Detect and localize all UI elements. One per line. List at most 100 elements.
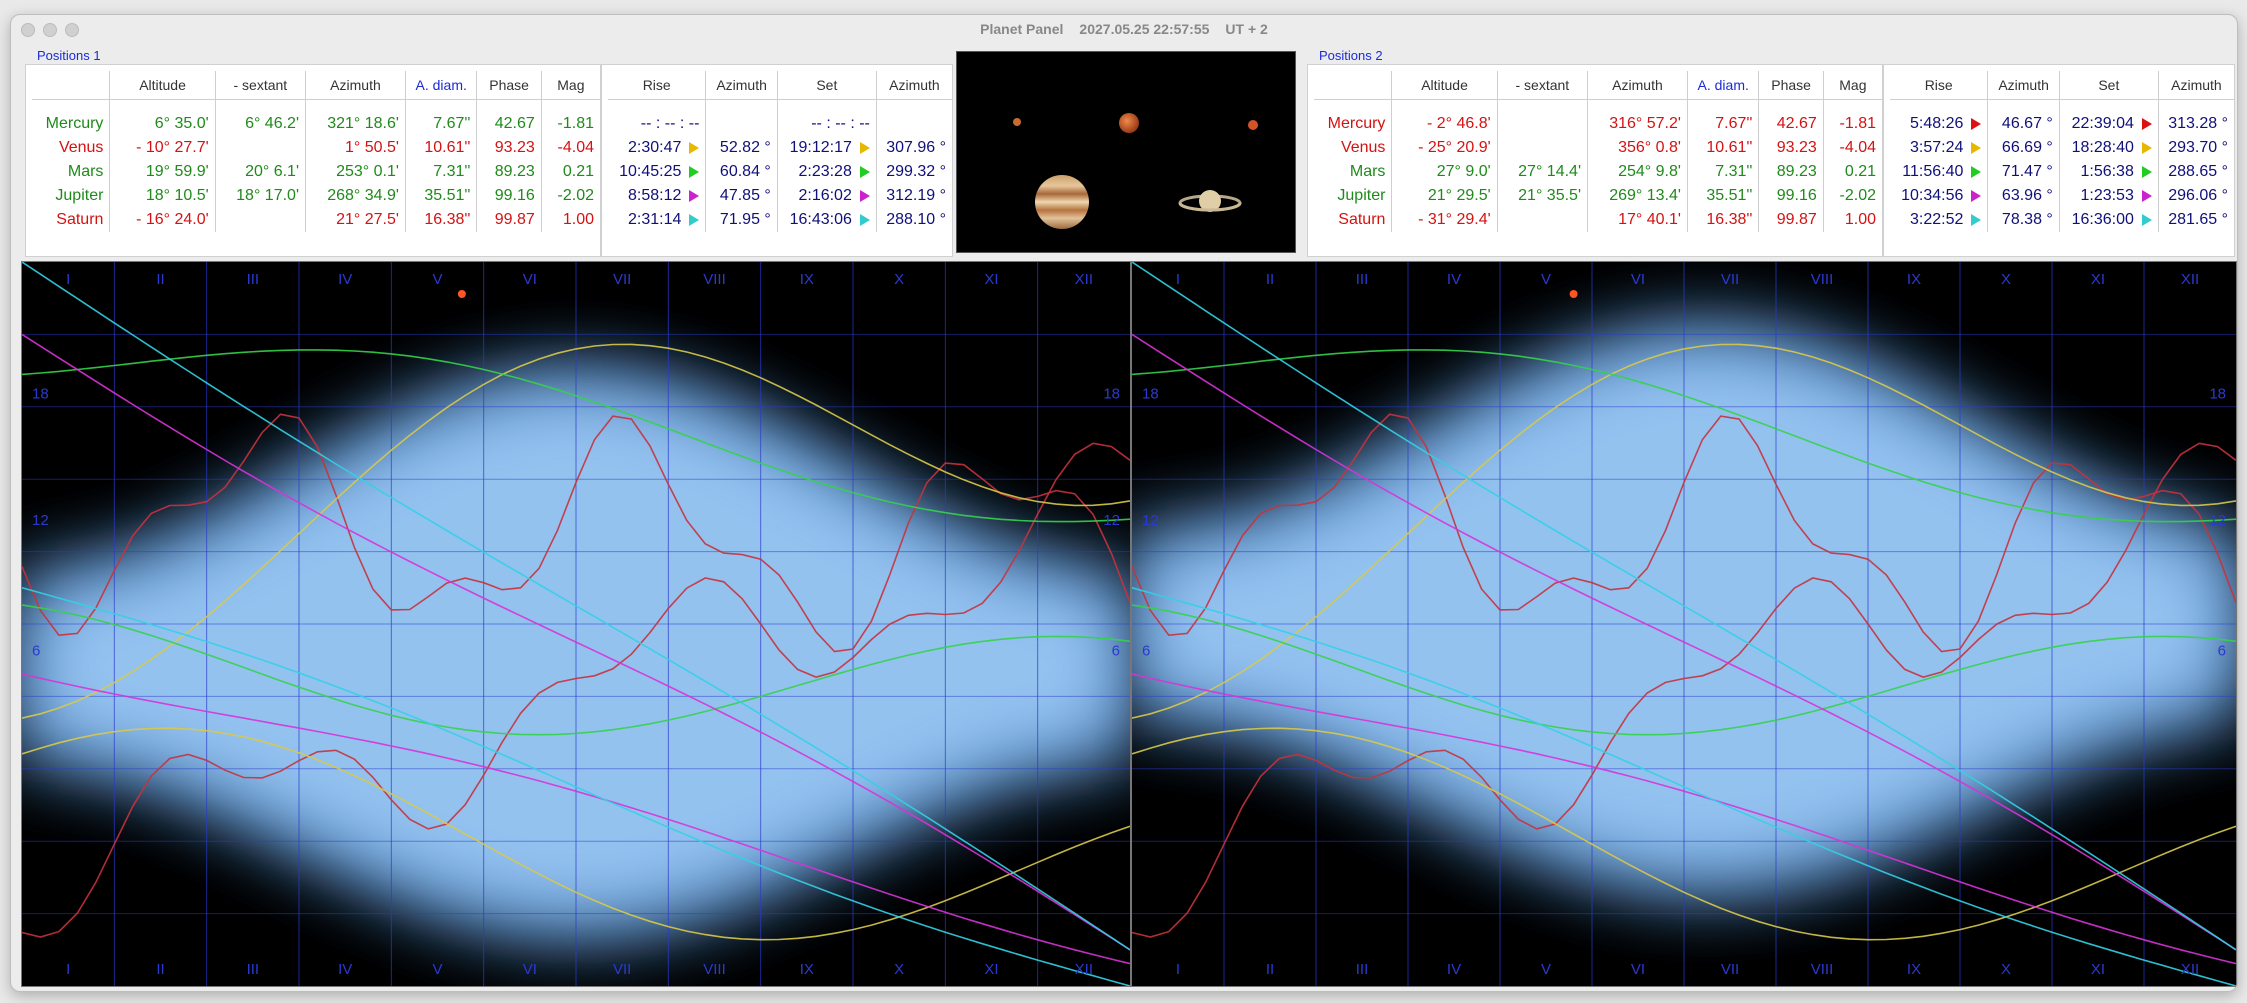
positions2-label: Positions 2 <box>1319 48 1383 63</box>
adiam-cell: 7.31'' <box>404 160 477 184</box>
visibility-chart-2[interactable]: I I II II III III IV IV V V VI VI VII VII VIII VIII IX IX… <box>1131 261 2237 987</box>
rise-set-2-panel: Rise Azimuth Set Azimuth 5:48:26 46.67 ° 22:39… <box>1883 64 2235 257</box>
rise-cell: 3:57:24 <box>1890 136 1988 160</box>
rise-set-1-panel: Rise Azimuth Set Azimuth -- : -- : -- -- : --… <box>601 64 953 257</box>
month-label: V <box>432 961 442 978</box>
month-label: IX <box>800 271 814 288</box>
planet-name: Jupiter <box>55 187 104 204</box>
zoom-window-button[interactable] <box>65 23 79 37</box>
col-header: Azimuth <box>705 71 778 100</box>
rise-cell: 10:45:25 <box>608 160 706 184</box>
mercury-disc <box>1013 118 1021 126</box>
set-cell: 22:39:04 <box>2058 112 2159 136</box>
month-label: XII <box>1075 961 1093 978</box>
month-label: X <box>894 961 904 978</box>
month-label: I <box>1176 961 1180 978</box>
phase-cell: 93.23 <box>1758 136 1824 160</box>
sextant-cell <box>1496 112 1588 136</box>
minimize-window-button[interactable] <box>43 23 57 37</box>
col-header <box>1314 71 1392 100</box>
col-header: Azimuth <box>1587 71 1688 100</box>
phase-cell: 99.87 <box>476 208 542 232</box>
close-window-button[interactable] <box>21 23 35 37</box>
phase-cell: 89.23 <box>476 160 542 184</box>
hour-label: 12 <box>1103 512 1120 529</box>
col-header: - sextant <box>214 71 306 100</box>
col-header: Mag <box>540 71 600 100</box>
rise-cell: 5:48:26 <box>1890 112 1988 136</box>
set-cell: 2:16:02 <box>776 184 877 208</box>
rise-cell: 2:30:47 <box>608 136 706 160</box>
planet-marker-icon <box>859 189 870 202</box>
rise-azimuth-cell: 60.84 ° <box>705 160 778 184</box>
planet-marker-icon <box>2141 165 2152 178</box>
planet-name: Jupiter <box>1337 187 1386 204</box>
azimuth-cell: 1° 50.5' <box>305 136 406 160</box>
col-header: A. diam. <box>1686 71 1759 100</box>
month-label: VI <box>1631 271 1645 288</box>
planet-marker-icon <box>1971 189 1982 202</box>
hour-label: 6 <box>1112 642 1120 659</box>
month-label: VI <box>1631 961 1645 978</box>
planet-panel-window: Planet Panel 2027.05.25 22:57:55 UT + 2 … <box>10 14 2238 992</box>
rise-set-1-table: Rise Azimuth Set Azimuth -- : -- : -- -- : --… <box>608 71 952 232</box>
col-header: Altitude <box>109 71 216 100</box>
col-header: Rise <box>1890 71 1988 100</box>
rise-azimuth-cell: 47.85 ° <box>705 184 778 208</box>
month-label: V <box>1541 961 1551 978</box>
hour-label: 18 <box>32 385 49 402</box>
adiam-cell: 10.61'' <box>404 136 477 160</box>
planets-image <box>956 51 1296 253</box>
month-label: XI <box>984 961 998 978</box>
altitude-cell: - 25° 20.9' <box>1391 136 1498 160</box>
adiam-cell: 7.67'' <box>404 112 477 136</box>
rise-set-row: 2:30:47 52.82 ° 19:12:17 307.96 ° <box>608 136 952 160</box>
col-header: Phase <box>1758 71 1824 100</box>
sun-marker <box>457 290 466 298</box>
hour-label: 12 <box>32 512 49 529</box>
adiam-cell: 35.51'' <box>404 184 477 208</box>
adiam-cell: 7.31'' <box>1686 160 1759 184</box>
rise-azimuth-cell: 63.96 ° <box>1987 184 2060 208</box>
sextant-cell: 18° 17.0' <box>214 184 306 208</box>
planet-row: Saturn - 31° 29.4' 17° 40.1' 16.38'' 99.87 1.… <box>1314 208 1882 232</box>
col-header: Azimuth <box>2157 71 2234 100</box>
mag-cell: -1.81 <box>540 112 600 136</box>
month-label: XII <box>1075 271 1093 288</box>
jupiter-disc <box>1035 175 1089 229</box>
positions1-panel: Altitude - sextant Azimuth A. diam. Phase Mag… <box>25 64 601 257</box>
planet-marker-icon <box>1971 213 1982 226</box>
positions2-table: Altitude - sextant Azimuth A. diam. Phase Mag… <box>1314 71 1882 232</box>
planet-name: Mercury <box>1327 115 1386 132</box>
azimuth-cell: 356° 0.8' <box>1587 136 1688 160</box>
month-label: I <box>66 961 70 978</box>
mag-cell: 0.21 <box>1822 160 1882 184</box>
set-azimuth-cell: 288.65 ° <box>2157 160 2234 184</box>
month-label: XI <box>2091 961 2105 978</box>
adiam-cell: 35.51'' <box>1686 184 1759 208</box>
visibility-chart-1[interactable]: I I II II III III IV IV V V VI VI VII VII VIII VIII IX IX… <box>21 261 1131 987</box>
set-cell: 1:23:53 <box>2058 184 2159 208</box>
saturn-disc <box>1178 190 1242 212</box>
rise-azimuth-cell: 52.82 ° <box>705 136 778 160</box>
azimuth-cell: 21° 27.5' <box>305 208 406 232</box>
set-azimuth-cell <box>875 112 952 136</box>
rise-cell: 11:56:40 <box>1890 160 1988 184</box>
month-label: XII <box>2181 271 2199 288</box>
planet-marker-icon <box>689 165 700 178</box>
rise-cell: 8:58:12 <box>608 184 706 208</box>
altitude-cell: 18° 10.5' <box>109 184 216 208</box>
planet-row: Jupiter 21° 29.5' 21° 35.5' 269° 13.4' 35.51… <box>1314 184 1882 208</box>
month-label: VIII <box>703 961 726 978</box>
month-label: II <box>156 961 164 978</box>
phase-cell: 42.67 <box>1758 112 1824 136</box>
month-label: X <box>894 271 904 288</box>
planet-name: Saturn <box>56 211 104 228</box>
azimuth-cell: 321° 18.6' <box>305 112 406 136</box>
window-timezone: UT + 2 <box>1225 21 1268 37</box>
month-label: VIII <box>1811 271 1834 288</box>
col-header: Rise <box>608 71 706 100</box>
set-azimuth-cell: 299.32 ° <box>875 160 952 184</box>
planet-marker-icon <box>859 141 870 154</box>
planet-marker-icon <box>859 165 870 178</box>
